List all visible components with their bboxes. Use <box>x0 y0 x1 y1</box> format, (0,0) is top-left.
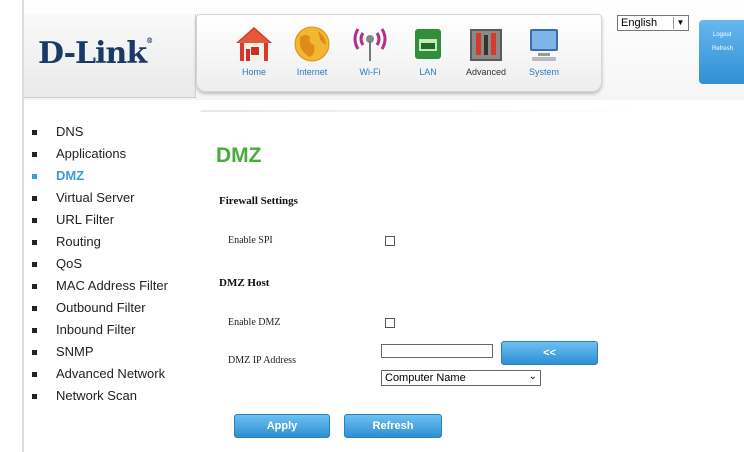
nav-advanced[interactable]: Advanced <box>457 23 515 87</box>
account-panel: Logout Refresh <box>699 20 744 84</box>
sidebar-item-url-filter[interactable]: URL Filter <box>32 212 192 234</box>
sidebar-item-dns[interactable]: DNS <box>32 124 192 146</box>
dmz-host-heading: DMZ Host <box>219 277 270 289</box>
language-select[interactable]: English ▼ <box>617 15 689 31</box>
globe-icon <box>294 26 330 62</box>
bullet-icon <box>32 350 37 355</box>
bullet-icon <box>32 218 37 223</box>
enable-dmz-label: Enable DMZ <box>228 317 281 328</box>
bullet-icon <box>32 196 37 201</box>
sidebar-item-qos[interactable]: QoS <box>32 256 192 278</box>
refresh-button[interactable]: Refresh <box>344 414 442 438</box>
dmz-ip-address-label: DMZ IP Address <box>228 355 296 366</box>
tools-icon <box>470 29 502 61</box>
top-nav: Home Internet Wi-Fi LAN Advanced System <box>196 14 602 92</box>
bullet-icon <box>32 240 37 245</box>
firewall-settings-heading: Firewall Settings <box>219 195 298 207</box>
bullet-icon <box>32 372 37 377</box>
refresh-link[interactable]: Refresh <box>712 46 733 52</box>
bullet-icon <box>32 328 37 333</box>
enable-spi-label: Enable SPI <box>228 235 273 246</box>
sidebar-item-mac-address-filter[interactable]: MAC Address Filter <box>32 278 192 300</box>
dlink-logo: D-Link® <box>38 36 153 71</box>
enable-spi-checkbox[interactable] <box>385 236 395 246</box>
sidebar-item-routing[interactable]: Routing <box>32 234 192 256</box>
home-icon <box>236 27 272 61</box>
bullet-icon <box>32 284 37 289</box>
sidebar-item-outbound-filter[interactable]: Outbound Filter <box>32 300 192 322</box>
sidebar-item-applications[interactable]: Applications <box>32 146 192 168</box>
bullet-icon <box>32 174 37 179</box>
sidebar-item-snmp[interactable]: SNMP <box>32 344 192 366</box>
copy-ip-button[interactable]: << <box>501 341 598 365</box>
sidebar-item-inbound-filter[interactable]: Inbound Filter <box>32 322 192 344</box>
sidebar-item-advanced-network[interactable]: Advanced Network <box>32 366 192 388</box>
sidebar-item-virtual-server[interactable]: Virtual Server <box>32 190 192 212</box>
computer-name-select[interactable]: Computer Name ⌄ <box>381 370 541 386</box>
bullet-icon <box>32 262 37 267</box>
nav-system[interactable]: System <box>515 23 573 87</box>
bullet-icon <box>32 152 37 157</box>
page-title: DMZ <box>216 144 262 167</box>
apply-button[interactable]: Apply <box>234 414 330 438</box>
sidebar-item-network-scan[interactable]: Network Scan <box>32 388 192 410</box>
nav-wifi[interactable]: Wi-Fi <box>341 23 399 87</box>
logout-link[interactable]: Logout <box>713 32 731 38</box>
nav-lan[interactable]: LAN <box>399 23 457 87</box>
main-content <box>198 112 744 452</box>
wifi-icon <box>353 28 387 61</box>
nav-internet[interactable]: Internet <box>283 23 341 87</box>
sidebar-menu: DNS Applications DMZ Virtual Server URL … <box>32 124 192 410</box>
lan-icon <box>415 29 441 59</box>
nav-home[interactable]: Home <box>225 23 283 87</box>
sidebar-item-dmz[interactable]: DMZ <box>32 168 192 190</box>
computer-icon <box>530 29 558 61</box>
dmz-ip-input[interactable] <box>381 344 493 358</box>
chevron-down-icon: ⌄ <box>528 371 537 382</box>
bullet-icon <box>32 130 37 135</box>
bullet-icon <box>32 394 37 399</box>
enable-dmz-checkbox[interactable] <box>385 318 395 328</box>
bullet-icon <box>32 306 37 311</box>
chevron-down-icon: ▼ <box>673 17 687 29</box>
